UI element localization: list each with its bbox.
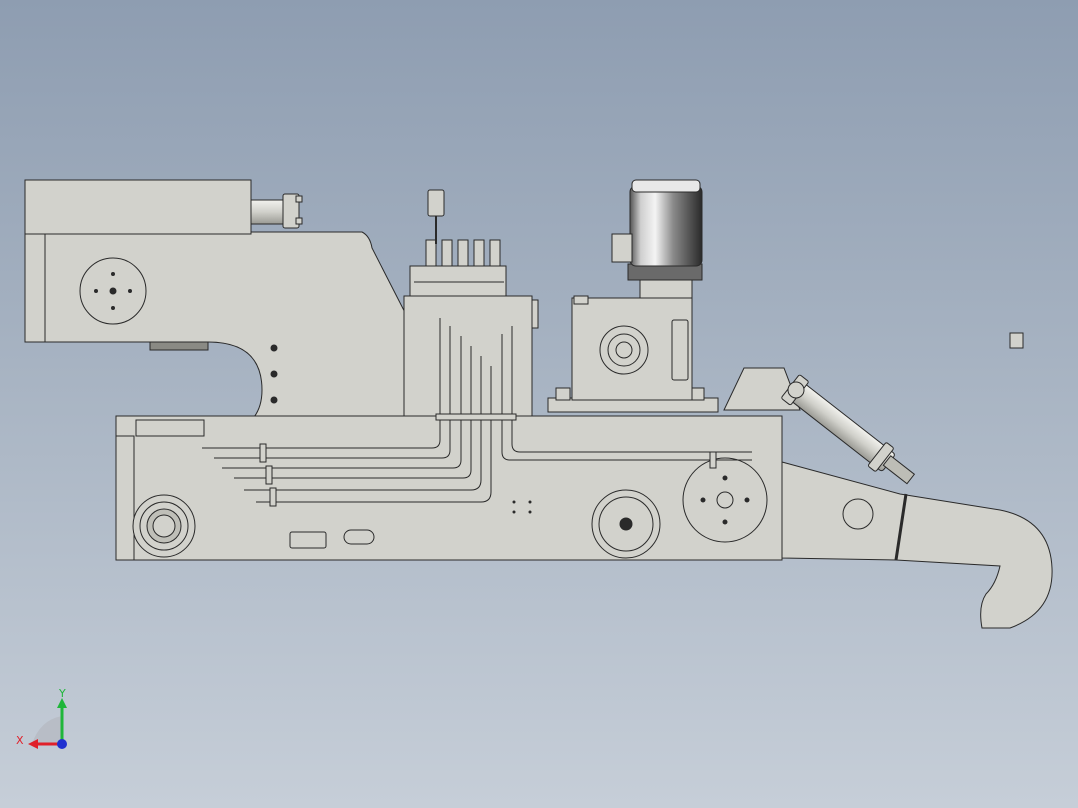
cad-viewport[interactable]: Y X [0, 0, 1078, 808]
top-hydraulic-cylinder[interactable] [250, 193, 303, 229]
valve-lever[interactable] [427, 189, 445, 244]
c-frame[interactable] [43, 231, 461, 437]
x-axis-label: X [16, 734, 24, 747]
main-base-frame[interactable] [115, 415, 783, 561]
gearbox[interactable] [547, 295, 719, 413]
hook-arm[interactable] [780, 461, 1054, 629]
electric-motor[interactable] [611, 179, 703, 299]
orientation-triad: Y X [16, 687, 67, 749]
hydraulic-valve-block[interactable] [409, 239, 507, 297]
y-axis-label: Y [58, 687, 66, 700]
loose-part[interactable] [1009, 332, 1024, 349]
